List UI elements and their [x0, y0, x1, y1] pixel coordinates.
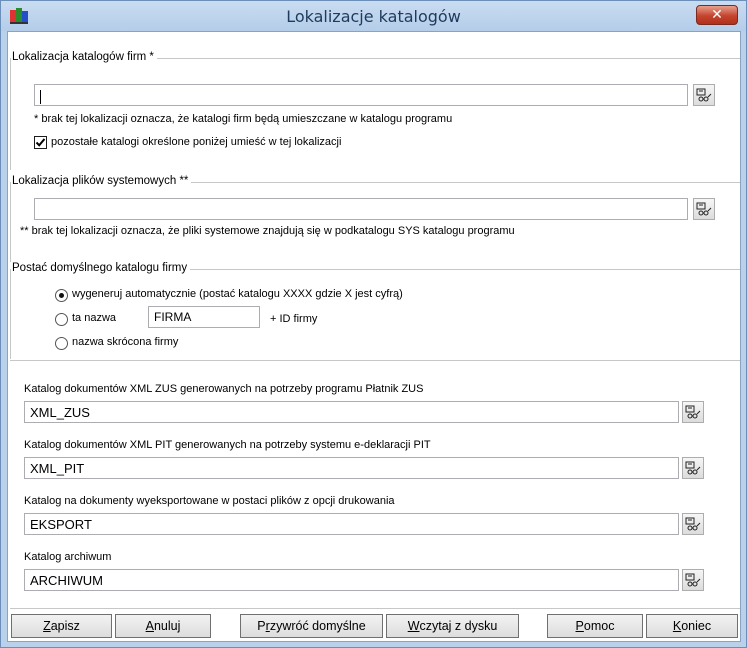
- system-group-label: Lokalizacja plików systemowych **: [11, 175, 192, 187]
- firm-path-browse-button[interactable]: [693, 84, 715, 106]
- zus-folder-input[interactable]: XML_ZUS: [24, 401, 679, 423]
- id-suffix-label: + ID firmy: [270, 313, 318, 325]
- separator: [10, 608, 740, 609]
- zus-folder-browse-button[interactable]: [682, 401, 704, 423]
- help-button-hotkey: P: [575, 619, 584, 633]
- group-border-left: [10, 269, 11, 359]
- separator: [10, 360, 740, 361]
- end-button-hotkey: K: [672, 619, 682, 633]
- system-path-input[interactable]: [34, 198, 688, 220]
- end-button[interactable]: Koniec: [646, 614, 738, 638]
- radio-short-name-label[interactable]: nazwa skrócona firmy: [72, 336, 178, 348]
- dialog-body: Lokalizacja katalogów firm * * brak tej …: [7, 31, 741, 642]
- load-button-hotkey: W: [407, 619, 420, 633]
- cancel-button[interactable]: Anuluj: [115, 614, 211, 638]
- radio-auto-label[interactable]: wygeneruj automatycznie (postać katalogu…: [72, 288, 403, 300]
- firm-path-input[interactable]: [34, 84, 688, 106]
- place-other-catalogs-label[interactable]: pozostałe katalogi określone poniżej umi…: [51, 136, 341, 148]
- restore-button-label: zywróć domyślne: [269, 619, 366, 633]
- export-folder-input[interactable]: EKSPORT: [24, 513, 679, 535]
- pit-folder-input[interactable]: XML_PIT: [24, 457, 679, 479]
- radio-selected-dot: [59, 293, 64, 298]
- browse-folder-icon: [685, 517, 701, 531]
- help-button[interactable]: Pomoc: [547, 614, 643, 638]
- system-path-note: ** brak tej lokalizacji oznacza, że plik…: [20, 225, 515, 237]
- firm-path-note: * brak tej lokalizacji oznacza, że katal…: [34, 113, 453, 125]
- archive-folder-label: Katalog archiwum: [24, 551, 112, 563]
- cancel-button-label: nuluj: [153, 619, 181, 633]
- radio-custom-name[interactable]: [55, 313, 68, 326]
- browse-folder-icon: [685, 461, 701, 475]
- pit-folder-browse-button[interactable]: [682, 457, 704, 479]
- browse-folder-icon: [696, 88, 712, 102]
- restore-defaults-button[interactable]: Przywróć domyślne: [240, 614, 383, 638]
- save-button[interactable]: Zapisz: [11, 614, 112, 638]
- zus-folder-label: Katalog dokumentów XML ZUS generowanych …: [24, 383, 424, 395]
- custom-name-input[interactable]: FIRMA: [148, 306, 260, 328]
- group-border-left: [10, 182, 11, 262]
- end-button-label: oniec: [681, 619, 712, 633]
- close-icon[interactable]: ✕: [696, 5, 738, 25]
- text-caret: [40, 89, 41, 104]
- cancel-button-hotkey: A: [145, 619, 154, 633]
- default-group-label: Postać domyślnego katalogu firmy: [11, 262, 191, 274]
- help-button-label: omoc: [583, 619, 615, 633]
- save-button-hotkey: Z: [43, 619, 51, 633]
- place-other-catalogs-checkbox[interactable]: [34, 136, 47, 149]
- save-button-label: apisz: [50, 619, 80, 633]
- pit-folder-label: Katalog dokumentów XML PIT generowanych …: [24, 439, 431, 451]
- export-folder-browse-button[interactable]: [682, 513, 704, 535]
- load-from-disk-button[interactable]: Wczytaj z dysku: [386, 614, 519, 638]
- browse-folder-icon: [685, 573, 701, 587]
- firm-group-label: Lokalizacja katalogów firm *: [11, 51, 157, 63]
- group-border-left: [10, 58, 11, 170]
- window-title: Lokalizacje katalogów: [286, 7, 461, 26]
- title-bar: Lokalizacje katalogów ✕: [1, 1, 746, 31]
- browse-folder-icon: [696, 202, 712, 216]
- radio-auto[interactable]: [55, 289, 68, 302]
- radio-custom-name-label[interactable]: ta nazwa: [72, 312, 116, 324]
- load-button-label: czytaj z dysku: [419, 619, 498, 633]
- dialog-window: Lokalizacje katalogów ✕ Lokalizacja kata…: [0, 0, 747, 648]
- checkmark-icon: [35, 138, 46, 147]
- export-folder-label: Katalog na dokumenty wyeksportowane w po…: [24, 495, 395, 507]
- radio-short-name[interactable]: [55, 337, 68, 350]
- archive-folder-input[interactable]: ARCHIWUM: [24, 569, 679, 591]
- restore-button-prefix: P: [257, 619, 266, 633]
- archive-folder-browse-button[interactable]: [682, 569, 704, 591]
- browse-folder-icon: [685, 405, 701, 419]
- system-path-browse-button[interactable]: [693, 198, 715, 220]
